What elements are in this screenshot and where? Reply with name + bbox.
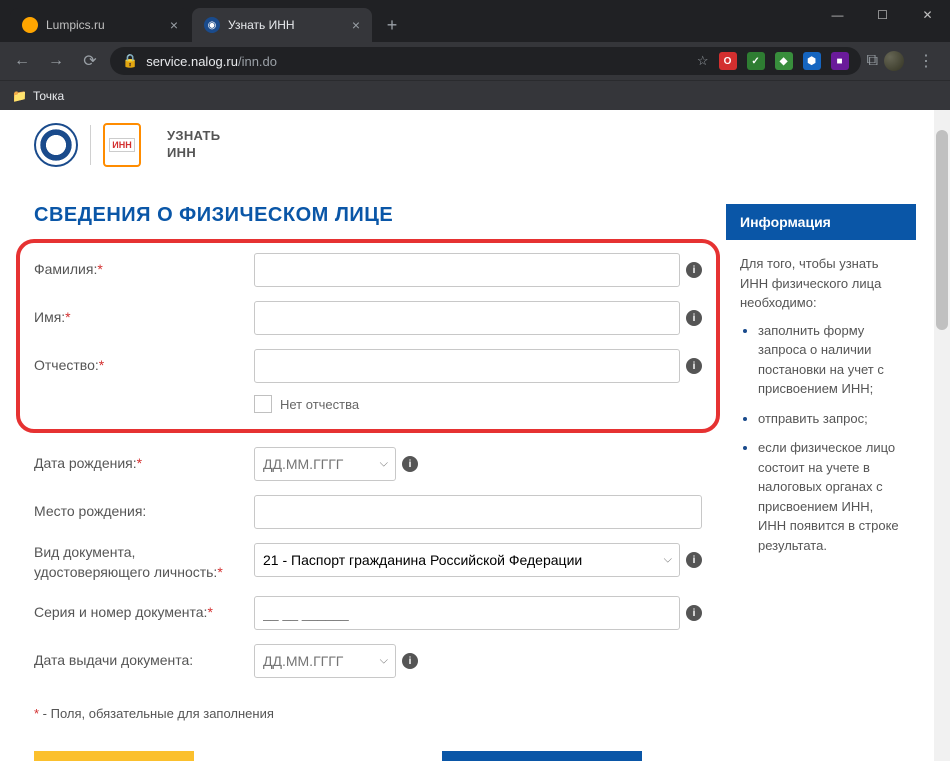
lumpics-favicon: [22, 17, 38, 33]
browser-menu-button[interactable]: ⋮: [910, 51, 942, 71]
ext-cube-icon[interactable]: ⬢: [803, 52, 821, 70]
logo-separator: [90, 125, 91, 165]
no-patronymic-row: Нет отчества: [254, 395, 702, 413]
browser-tab-nalog[interactable]: ◉ Узнать ИНН ×: [192, 8, 372, 42]
bookmark-star-icon[interactable]: ☆: [697, 53, 709, 69]
name-fields-highlight: Фамилия:* i Имя:* i От: [16, 239, 720, 433]
docnum-input[interactable]: [254, 596, 680, 630]
no-patronymic-label: Нет отчества: [280, 397, 359, 412]
bookmarks-bar: 📁 Точка: [0, 80, 950, 110]
page-scrollbar[interactable]: [934, 110, 950, 761]
bookmark-folder-tochka[interactable]: 📁 Точка: [12, 89, 64, 103]
birthdate-input[interactable]: [254, 447, 396, 481]
birthdate-row: Дата рождения:* ⌵ i: [34, 447, 702, 481]
name-label: Имя:*: [34, 308, 254, 328]
surname-label: Фамилия:*: [34, 260, 254, 280]
info-list: заполнить форму запроса о наличии постан…: [740, 321, 902, 556]
page-title: УЗНАТЬ ИНН: [167, 128, 220, 162]
birthplace-input[interactable]: [254, 495, 702, 529]
window-controls: — ☐ ✕: [815, 0, 950, 30]
close-window-button[interactable]: ✕: [905, 0, 950, 30]
info-icon[interactable]: i: [402, 653, 418, 669]
info-sidebar: Информация Для того, чтобы узнать ИНН фи…: [726, 204, 916, 761]
no-patronymic-checkbox[interactable]: [254, 395, 272, 413]
lock-icon: 🔒: [122, 53, 138, 69]
close-icon[interactable]: ×: [170, 17, 178, 33]
birthplace-label: Место рождения:: [34, 502, 254, 522]
submit-button[interactable]: [442, 751, 642, 761]
address-text: service.nalog.ru/inn.do: [146, 54, 277, 69]
patronymic-label: Отчество:*: [34, 356, 254, 376]
name-row: Имя:* i: [34, 301, 702, 335]
adguard-ext-icon[interactable]: ◆: [775, 52, 793, 70]
birthplace-row: Место рождения:: [34, 495, 702, 529]
docnum-row: Серия и номер документа:* i: [34, 596, 702, 630]
profile-avatar[interactable]: [884, 51, 904, 71]
forward-button[interactable]: →: [42, 47, 70, 75]
folder-icon: 📁: [12, 89, 27, 103]
birthdate-label: Дата рождения:*: [34, 454, 254, 474]
browser-titlebar: Lumpics.ru × ◉ Узнать ИНН × + — ☐ ✕: [0, 0, 950, 42]
browser-tab-lumpics[interactable]: Lumpics.ru ×: [10, 8, 190, 42]
patronymic-input[interactable]: [254, 349, 680, 383]
info-card-header: Информация: [726, 204, 916, 240]
surname-row: Фамилия:* i: [34, 253, 702, 287]
info-card-body: Для того, чтобы узнать ИНН физического л…: [726, 240, 916, 579]
page-content: ИНН УЗНАТЬ ИНН СВЕДЕНИЯ О ФИЗИЧЕСКОМ ЛИЦ…: [0, 110, 950, 761]
close-icon[interactable]: ×: [352, 17, 360, 33]
new-tab-button[interactable]: +: [378, 11, 406, 39]
site-header: ИНН УЗНАТЬ ИНН: [0, 110, 950, 180]
surname-input[interactable]: [254, 253, 680, 287]
maximize-button[interactable]: ☐: [860, 0, 905, 30]
name-input[interactable]: [254, 301, 680, 335]
docdate-input[interactable]: [254, 644, 396, 678]
patronymic-row: Отчество:* i: [34, 349, 702, 383]
minimize-button[interactable]: —: [815, 0, 860, 30]
info-icon[interactable]: i: [686, 310, 702, 326]
section-heading: СВЕДЕНИЯ О ФИЗИЧЕСКОМ ЛИЦЕ: [34, 204, 702, 227]
info-icon[interactable]: i: [402, 456, 418, 472]
reload-button[interactable]: ⟳: [76, 47, 104, 75]
back-button[interactable]: ←: [8, 47, 36, 75]
docdate-label: Дата выдачи документа:: [34, 651, 254, 671]
clear-button[interactable]: [34, 751, 194, 761]
form-buttons: [34, 751, 702, 761]
address-bar[interactable]: 🔒 service.nalog.ru/inn.do ☆ O ✓ ◆ ⬢ ■: [110, 47, 861, 75]
bookmark-label: Точка: [33, 89, 64, 103]
adblock-ext-icon[interactable]: ✓: [747, 52, 765, 70]
docnum-label: Серия и номер документа:*: [34, 603, 254, 623]
doctype-select[interactable]: [254, 543, 680, 577]
info-icon[interactable]: i: [686, 552, 702, 568]
nalog-favicon: ◉: [204, 17, 220, 33]
opera-ext-icon[interactable]: O: [719, 52, 737, 70]
browser-toolbar: ← → ⟳ 🔒 service.nalog.ru/inn.do ☆ O ✓ ◆ …: [0, 42, 950, 80]
docdate-row: Дата выдачи документа: ⌵ i: [34, 644, 702, 678]
info-icon[interactable]: i: [686, 358, 702, 374]
form-column: СВЕДЕНИЯ О ФИЗИЧЕСКОМ ЛИЦЕ Фамилия:* i И…: [34, 204, 702, 761]
list-item: заполнить форму запроса о наличии постан…: [758, 321, 902, 399]
scrollbar-thumb[interactable]: [936, 130, 948, 330]
list-item: если физическое лицо состоит на учете в …: [758, 438, 902, 555]
inn-service-icon: ИНН: [103, 123, 141, 167]
tab-title: Lumpics.ru: [46, 18, 105, 32]
reader-icon[interactable]: ⧉: [867, 52, 878, 70]
doctype-label: Вид документа, удостоверяющего личность:…: [34, 543, 254, 582]
doctype-row: Вид документа, удостоверяющего личность:…: [34, 543, 702, 582]
tab-title: Узнать ИНН: [228, 18, 295, 32]
list-item: отправить запрос;: [758, 409, 902, 429]
ext-purple-icon[interactable]: ■: [831, 52, 849, 70]
fns-emblem-icon: [34, 123, 78, 167]
info-icon[interactable]: i: [686, 262, 702, 278]
info-icon[interactable]: i: [686, 605, 702, 621]
required-note: * - Поля, обязательные для заполнения: [34, 706, 702, 721]
info-intro: Для того, чтобы узнать ИНН физического л…: [740, 254, 902, 313]
